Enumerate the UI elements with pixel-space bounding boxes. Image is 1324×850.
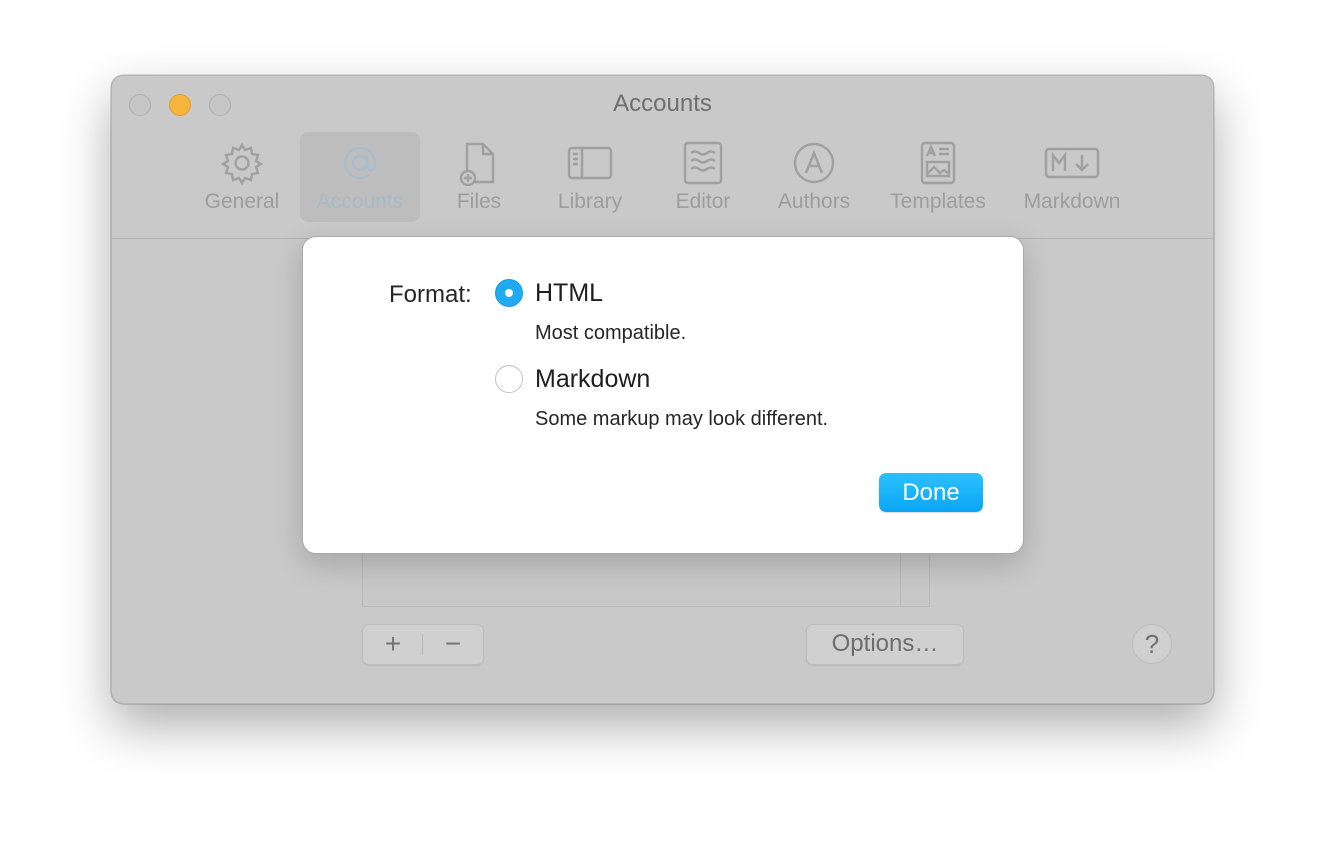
accounts-list[interactable] <box>362 546 930 607</box>
done-button[interactable]: Done <box>879 473 983 512</box>
list-scrollbar[interactable] <box>900 546 901 606</box>
markdown-radio[interactable] <box>495 365 523 393</box>
file-add-icon <box>456 140 502 187</box>
preferences-toolbar: General Accounts Files Library Editor Au… <box>112 132 1213 222</box>
html-radio[interactable] <box>495 279 523 307</box>
format-sheet: Format: HTML Most compatible. Markdown S… <box>302 236 1024 554</box>
tab-label: Files <box>456 190 502 213</box>
at-sign-icon <box>337 140 383 186</box>
window-title: Accounts <box>613 90 712 117</box>
tab-label: Markdown <box>1023 190 1121 213</box>
tab-label: Accounts <box>316 190 404 213</box>
tab-markdown[interactable]: Markdown <box>1012 132 1132 222</box>
tab-label: Templates <box>890 190 986 213</box>
markdown-option-description: Some markup may look different. <box>535 408 829 430</box>
sidebar-icon <box>567 140 613 186</box>
author-circle-icon <box>791 140 837 186</box>
tab-label: Authors <box>777 190 851 213</box>
remove-account-button[interactable]: − <box>423 625 483 664</box>
tab-authors[interactable]: Authors <box>767 132 861 222</box>
help-button[interactable]: ? <box>1132 624 1172 664</box>
markdown-option-label[interactable]: Markdown <box>535 365 650 394</box>
text-editor-icon <box>680 140 726 186</box>
tab-label: General <box>204 190 280 213</box>
gear-icon <box>219 140 265 186</box>
format-label: Format: <box>389 281 472 308</box>
markdown-icon <box>1044 140 1100 186</box>
tab-templates[interactable]: Templates <box>880 132 996 222</box>
add-account-button[interactable]: + <box>363 625 423 664</box>
html-option-description: Most compatible. <box>535 322 687 344</box>
tab-general[interactable]: General <box>192 132 292 222</box>
tab-files[interactable]: Files <box>434 132 524 222</box>
options-button[interactable]: Options… <box>806 624 964 665</box>
tab-library[interactable]: Library <box>542 132 638 222</box>
title-bar: Accounts General Accounts Files Library … <box>112 76 1213 239</box>
tab-label: Editor <box>675 190 731 213</box>
tab-label: Library <box>557 190 623 213</box>
html-option-label[interactable]: HTML <box>535 279 603 308</box>
tab-accounts[interactable]: Accounts <box>300 132 420 222</box>
template-icon <box>915 140 961 186</box>
tab-editor[interactable]: Editor <box>657 132 749 222</box>
add-remove-control: + − <box>362 624 484 665</box>
